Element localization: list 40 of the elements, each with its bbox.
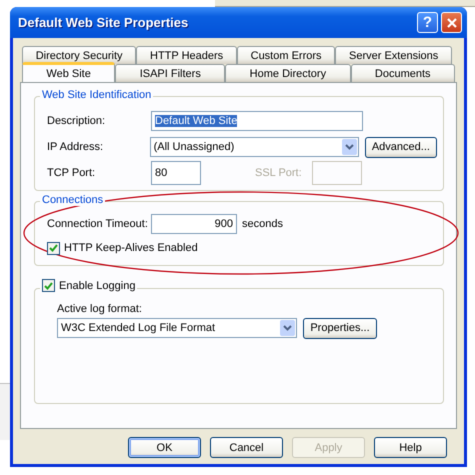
- dropdown-button[interactable]: [280, 320, 295, 336]
- unit-label: seconds: [242, 218, 283, 230]
- tab[interactable]: Server Extensions: [335, 46, 452, 64]
- window-title: Default Web Site Properties: [17, 15, 188, 30]
- properties-button[interactable]: Properties...: [303, 318, 377, 338]
- checkbox-label: Enable Logging: [59, 280, 136, 292]
- help-button[interactable]: ?: [417, 12, 438, 33]
- dropdown-field[interactable]: W3C Extended Log File Format: [57, 318, 297, 338]
- checkbox[interactable]: [47, 242, 60, 254]
- tab[interactable]: Directory Security: [22, 46, 136, 64]
- advanced-button[interactable]: Advanced...: [364, 136, 437, 158]
- dropdown-button[interactable]: [342, 139, 357, 155]
- tab[interactable]: Home Directory: [225, 64, 350, 82]
- chevron-icon: [344, 144, 354, 150]
- field-label: Connection Timeout:: [47, 218, 149, 230]
- field-label: Active log format:: [57, 303, 143, 315]
- number-field[interactable]: 900: [151, 214, 237, 234]
- dialog-button[interactable]: Help: [374, 437, 447, 458]
- text-field[interactable]: Default Web Site: [151, 111, 363, 131]
- checkbox-label: HTTP Keep-Alives Enabled: [64, 242, 198, 254]
- tab[interactable]: HTTP Headers: [136, 46, 237, 64]
- tab[interactable]: Documents: [350, 64, 455, 82]
- tab[interactable]: Web Site: [22, 62, 116, 82]
- tab[interactable]: ISAPI Filters: [115, 64, 226, 82]
- field-label: Description:: [47, 115, 106, 127]
- group-title: Web Site Identification: [40, 89, 154, 101]
- field-label: SSL Port:: [255, 167, 303, 179]
- tab[interactable]: Custom Errors: [236, 46, 336, 64]
- text-field[interactable]: 80: [151, 161, 201, 185]
- checkbox[interactable]: [42, 279, 55, 292]
- dropdown-field[interactable]: (All Unassigned): [150, 137, 359, 157]
- dialog-button[interactable]: OK: [128, 437, 201, 458]
- text-field[interactable]: [312, 161, 362, 185]
- field-label: IP Address:: [47, 141, 104, 153]
- dialog-button[interactable]: Cancel: [210, 437, 283, 458]
- close-button[interactable]: [441, 12, 462, 33]
- close-icon: [444, 16, 458, 30]
- field-label: TCP Port:: [47, 167, 96, 179]
- chevron-icon: [283, 325, 292, 331]
- group-title: Connections: [40, 194, 106, 206]
